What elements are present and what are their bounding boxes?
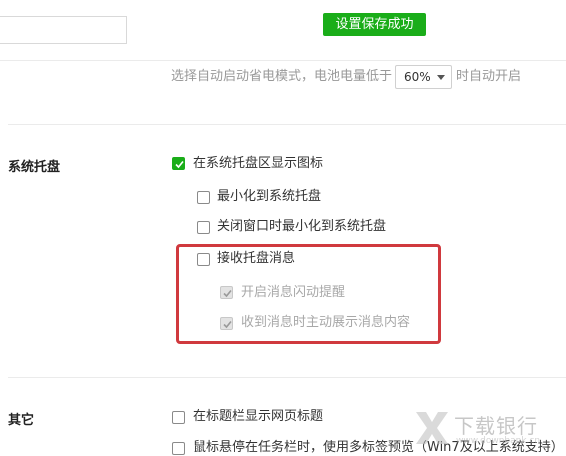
label-show-page-title: 在标题栏显示网页标题 (193, 409, 324, 424)
watermark-logo: 下载银行 www.downbank.cn (410, 404, 566, 456)
checkbox-show-tray-icon[interactable] (172, 157, 185, 170)
chevron-down-icon (437, 75, 445, 80)
power-saving-suffix: 时自动开启 (456, 69, 522, 84)
save-success-toast: 设置保存成功 (323, 13, 426, 36)
label-close-to-tray: 关闭窗口时最小化到系统托盘 (217, 219, 387, 234)
section-title-tray: 系统托盘 (8, 160, 61, 175)
divider-tray (8, 124, 566, 125)
label-show-tray-icon: 在系统托盘区显示图标 (193, 156, 324, 171)
divider-top (0, 60, 566, 61)
watermark-url: www.downbank.cn (456, 436, 541, 446)
settings-page: 设置保存成功 选择自动启动省电模式，电池电量低于 60% 时自动开启 系统托盘 … (0, 0, 566, 456)
watermark-brand: 下载银行 (454, 414, 538, 438)
section-title-other: 其它 (8, 413, 35, 428)
checkbox-taskbar-preview[interactable] (172, 442, 185, 455)
text-input[interactable] (0, 16, 127, 44)
power-saving-prefix: 选择自动启动省电模式，电池电量低于 (171, 69, 393, 84)
highlight-annotation-box (176, 244, 441, 344)
checkbox-minimize-to-tray[interactable] (197, 191, 210, 204)
battery-threshold-value: 60% (404, 70, 431, 84)
checkbox-show-page-title[interactable] (172, 411, 185, 424)
divider-other (8, 377, 566, 378)
checkbox-close-to-tray[interactable] (197, 221, 210, 234)
battery-threshold-select[interactable]: 60% (395, 65, 452, 89)
brand-logo-icon (416, 412, 448, 444)
label-minimize-to-tray: 最小化到系统托盘 (217, 189, 322, 204)
checkmark-icon (175, 160, 184, 169)
